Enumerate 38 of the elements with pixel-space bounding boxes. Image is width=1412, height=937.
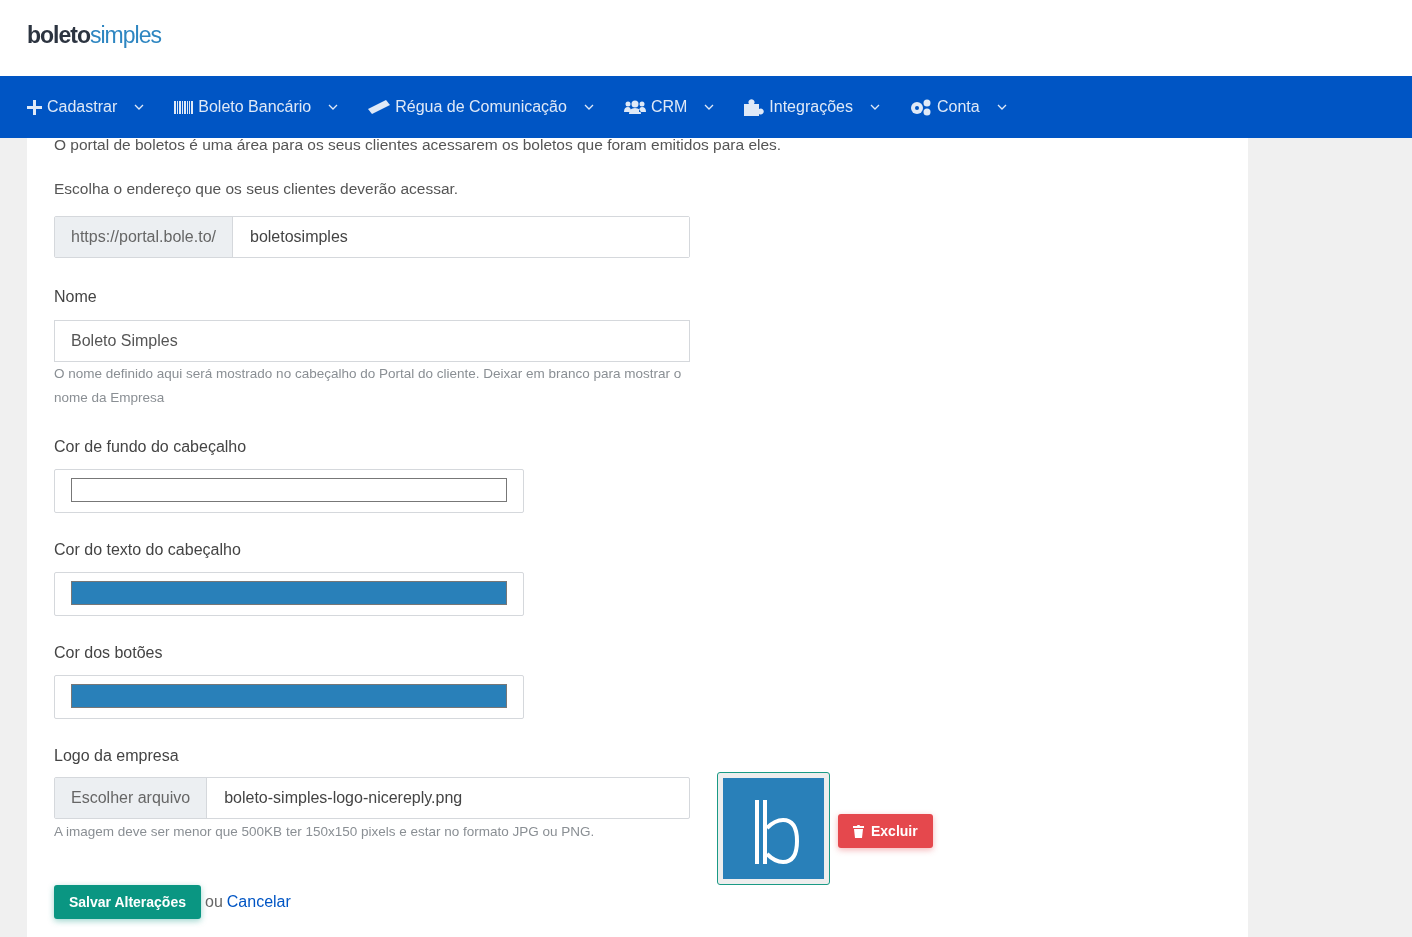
nav-menu-item[interactable]: Régua de Comunicação [368,98,594,116]
color-field[interactable] [54,572,524,616]
chevron-down-icon [996,104,1007,110]
chevron-down-icon [328,104,339,110]
chevron-down-icon [869,104,880,110]
trash-icon [853,824,864,838]
chevron-down-icon [704,104,715,110]
address-field[interactable]: https://portal.bole.to/ boletosimples [54,216,690,258]
color-field[interactable] [54,675,524,719]
nav-menu-item[interactable]: Conta [909,98,1007,116]
field-label: Cor dos botões [54,643,164,663]
users-icon [623,100,646,114]
or-text: ou [205,893,223,911]
field-label: Cor do texto do cabeçalho [54,540,242,560]
barcode-icon [174,100,194,114]
address-prompt: Escolha o endereço que os seus clientes deverão acessar. [54,179,460,199]
cancel-link[interactable]: Cancelar [226,893,291,911]
nav-menu-item[interactable]: Integrações [744,98,880,116]
field-label: Logo da empresa [54,746,180,766]
file-field[interactable]: Escolher arquivo boleto-simples-logo-nicereply.png [54,777,690,819]
delete-button[interactable]: Excluir [838,814,933,848]
logo[interactable]: boletosimples [27,22,161,49]
nav-menu-item[interactable]: Cadastrar [27,98,145,116]
nav-menu-item[interactable]: CRM [623,98,715,116]
chevron-down-icon [583,104,594,110]
url-prefix: https://portal.bole.to/ [55,217,233,257]
name-field[interactable]: Boleto Simples [54,320,690,362]
intro-text: O portal de boletos é uma área para os seus clientes acessarem os boletos que foram emitidos para eles. [54,138,783,152]
puzzle-icon [744,98,765,116]
color-field[interactable] [54,469,524,513]
field-label: Nome [54,287,98,307]
save-button[interactable]: Salvar Alterações [54,885,201,919]
help-text: A imagem deve ser menor que 500KB ter 150x150 pixels e estar no formato JPG ou PNG. [54,823,596,841]
plus-icon [27,99,42,115]
help-text: O nome definido aqui será mostrado no cabeçalho do Portal do cliente. Deixar em branco para mostrar o nome da Empresa [54,365,683,407]
chevron-down-icon [134,104,145,110]
nav-menu-item[interactable]: Boleto Bancário [174,98,339,116]
field-label: Cor de fundo do cabeçalho [54,437,248,457]
